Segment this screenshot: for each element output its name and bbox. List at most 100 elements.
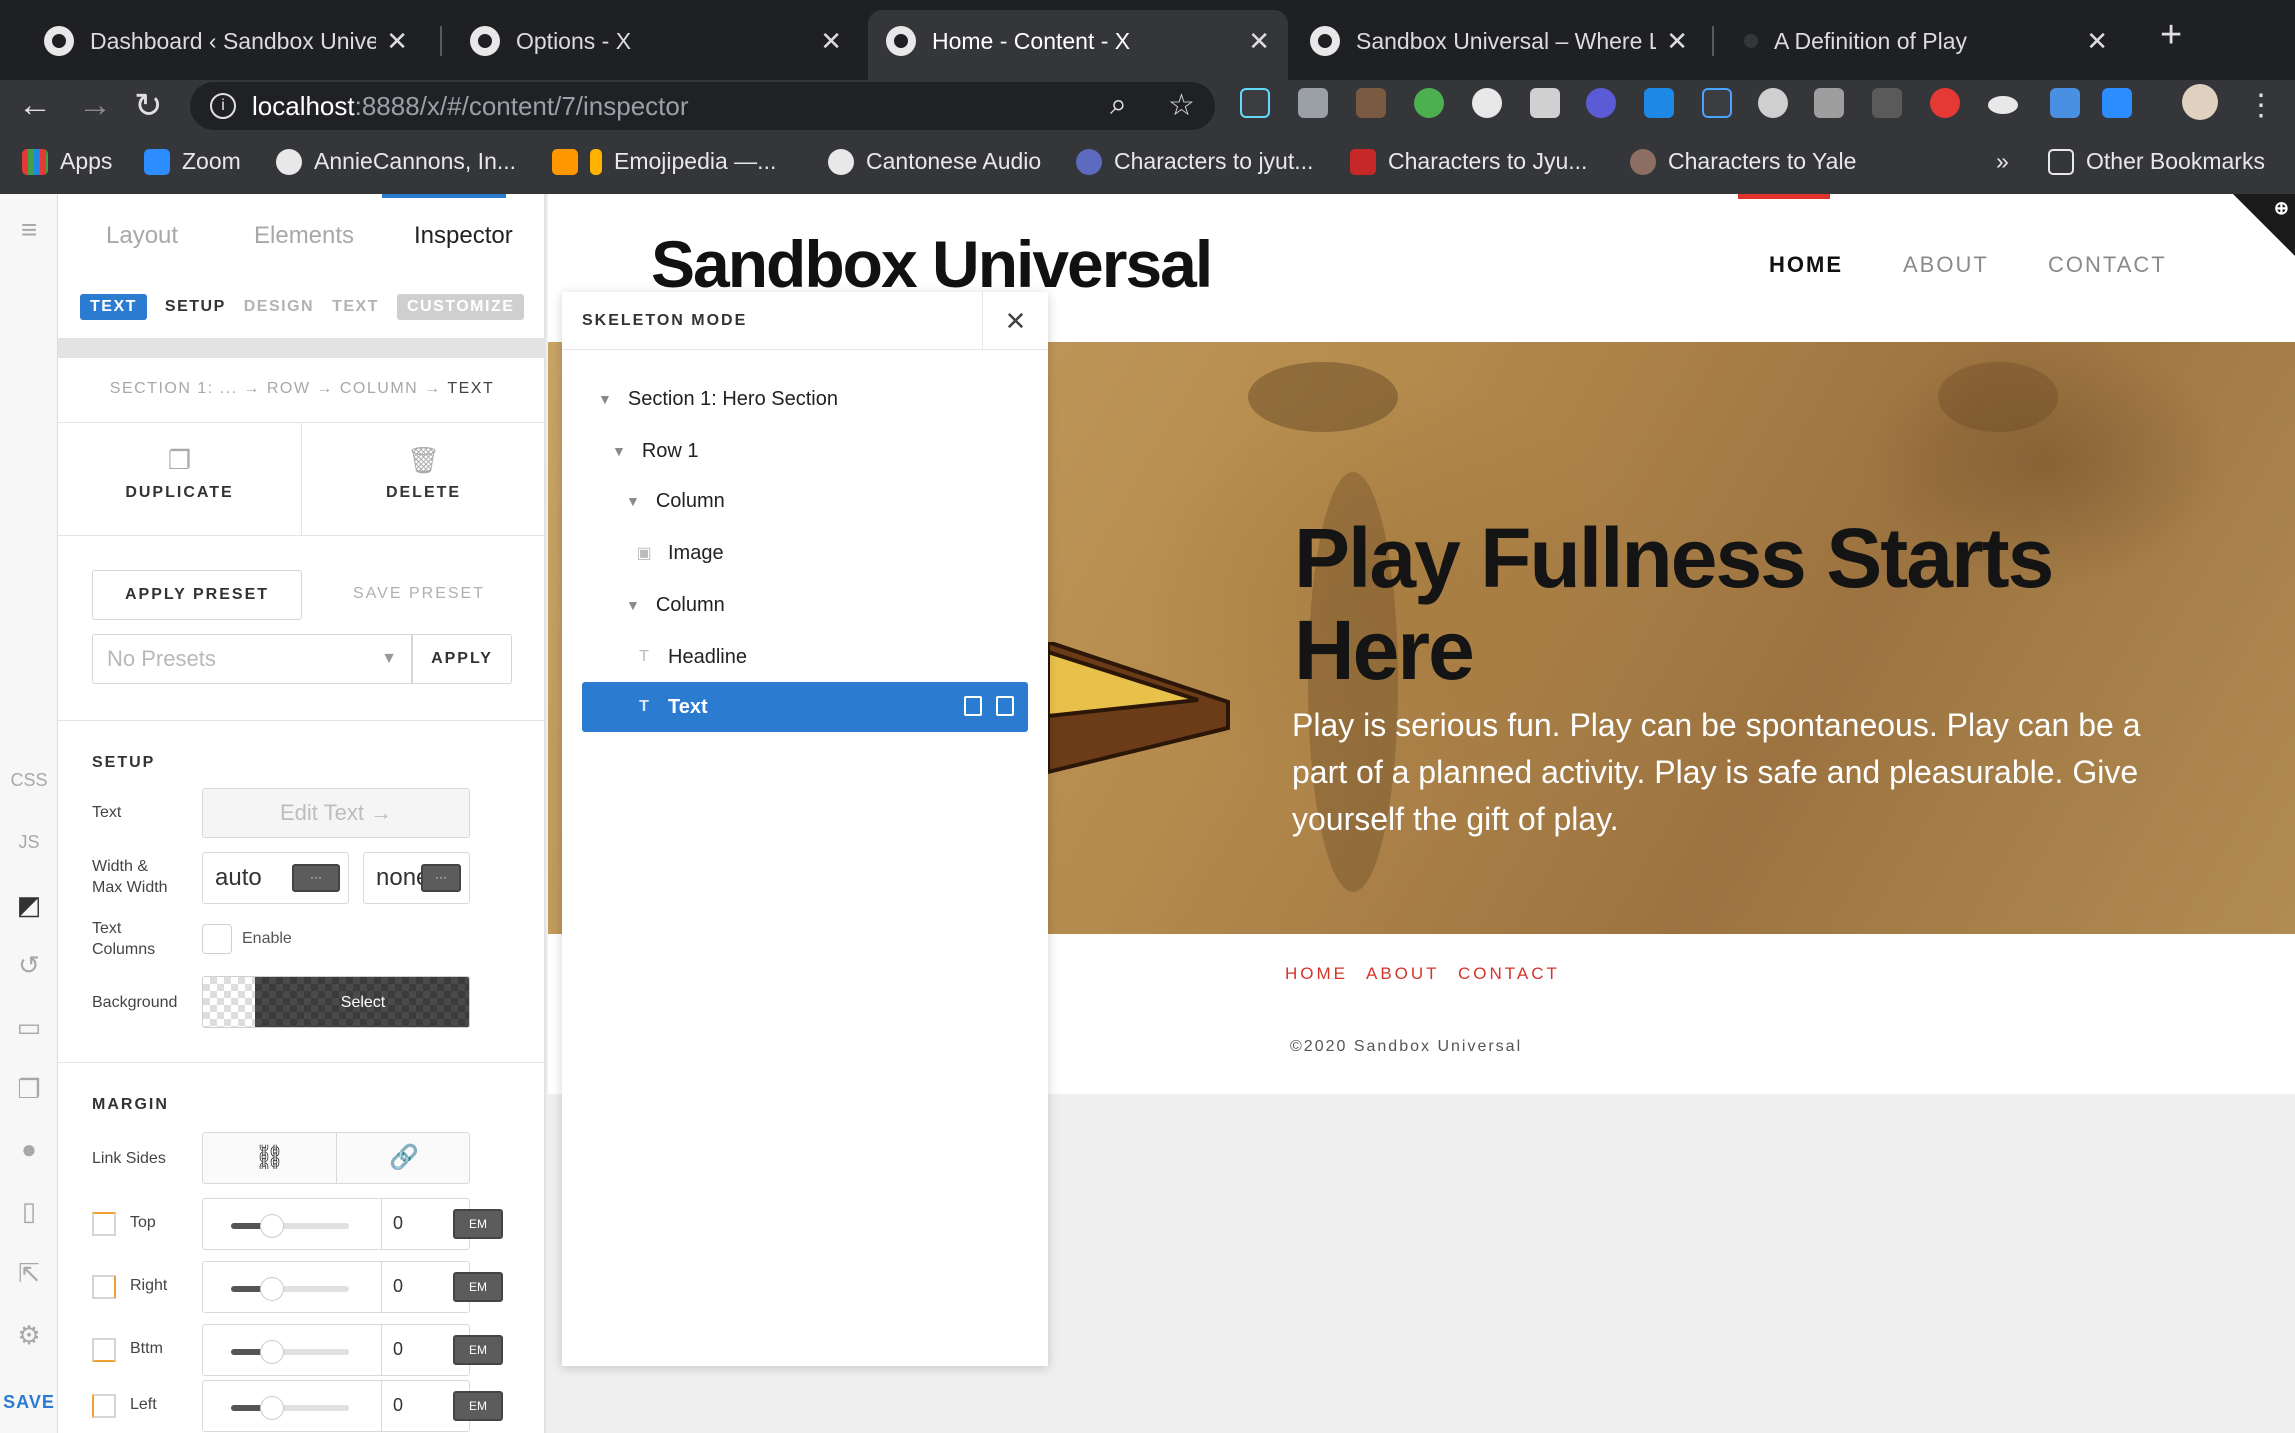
tab-inspector[interactable]: Inspector — [414, 222, 513, 250]
web-extension-icon[interactable] — [1472, 88, 1502, 118]
bookmark-emojipedia[interactable]: Emojipedia —... — [552, 148, 776, 175]
margin-left-slider[interactable] — [231, 1396, 349, 1420]
inspector-icon[interactable]: ◩ — [0, 890, 58, 921]
browser-tab-dashboard[interactable]: Dashboard ‹ Sandbox Univers ✕ — [26, 14, 426, 68]
apply-preset-tab[interactable]: APPLY PRESET — [92, 570, 302, 620]
subtab-text[interactable]: TEXT — [332, 298, 379, 316]
site-info-icon[interactable]: i — [210, 93, 236, 119]
presets-select[interactable]: No Presets ▼ — [92, 634, 412, 684]
color-extension-icon[interactable] — [1414, 88, 1444, 118]
image-extension-icon[interactable] — [1814, 88, 1844, 118]
subtab-customize[interactable]: CUSTOMIZE — [396, 294, 525, 320]
width-input[interactable]: auto ··· — [202, 852, 349, 904]
bookmark-cantonese-audio[interactable]: Cantonese Audio — [828, 148, 1041, 175]
subtab-setup[interactable]: SETUP — [165, 298, 226, 316]
margin-right-value[interactable]: 0 — [393, 1276, 403, 1297]
margin-right-unit[interactable]: EM — [453, 1272, 503, 1302]
link-icon[interactable]: 🔗 — [337, 1133, 471, 1183]
rail-js[interactable]: JS — [0, 832, 58, 853]
browser-tab-home-content[interactable]: Home - Content - X ✕ — [868, 10, 1288, 80]
text-columns-checkbox[interactable] — [202, 924, 232, 954]
new-tab-plus-icon[interactable]: + — [2160, 14, 2182, 57]
site-logo[interactable]: Sandbox Universal — [651, 226, 1213, 302]
browser-tab-sandbox-universal[interactable]: Sandbox Universal – Where Lit ✕ — [1292, 14, 1706, 68]
breadcrumb-row[interactable]: ROW — [267, 380, 311, 397]
slider-handle[interactable] — [260, 1340, 285, 1364]
margin-top-value[interactable]: 0 — [393, 1213, 403, 1234]
layout-icon[interactable]: ▭ — [0, 1012, 58, 1043]
browser-tab-options[interactable]: Options - X ✕ — [452, 14, 860, 68]
external-link-icon[interactable]: ⇱ — [0, 1258, 58, 1289]
lastpass-extension-icon[interactable] — [1930, 88, 1960, 118]
s-extension-icon[interactable] — [1644, 88, 1674, 118]
tree-item-row[interactable]: ▼ Row 1 — [582, 426, 1028, 476]
react-devtools-extension-icon[interactable] — [1240, 88, 1270, 118]
back-arrow-icon[interactable]: ← — [18, 86, 52, 125]
collapse-arrow-icon[interactable]: ▼ — [626, 493, 640, 509]
max-width-options-button[interactable]: ··· — [421, 864, 461, 892]
bookmark-characters-to-yale[interactable]: Characters to Yale — [1630, 148, 1856, 175]
history-icon[interactable]: ↺ — [0, 950, 58, 981]
subtab-design[interactable]: DESIGN — [244, 298, 314, 316]
slider-handle[interactable] — [260, 1396, 285, 1420]
unlink-icon[interactable]: ⛓ — [203, 1133, 337, 1183]
margin-top-slider[interactable] — [231, 1214, 349, 1238]
close-icon[interactable]: ✕ — [386, 26, 408, 57]
rail-css[interactable]: CSS — [0, 770, 58, 791]
delete-button[interactable]: 🗑 DELETE — [302, 423, 545, 537]
browser-menu-icon[interactable]: ⋮ — [2246, 88, 2276, 123]
footer-nav-home[interactable]: HOME — [1285, 964, 1348, 984]
triangle-extension-icon[interactable] — [1702, 88, 1732, 118]
zoom-extension-icon[interactable] — [2102, 88, 2132, 118]
tree-item-headline[interactable]: T Headline — [582, 632, 1028, 682]
slider-handle[interactable] — [260, 1277, 285, 1301]
breadcrumb-column[interactable]: COLUMN — [340, 380, 418, 397]
margin-bottom-unit[interactable]: EM — [453, 1335, 503, 1365]
device-preview-icon[interactable]: ▯ — [0, 1196, 58, 1227]
save-preset-tab[interactable]: SAVE PRESET — [324, 570, 514, 620]
tree-item-text-selected[interactable]: T Text — [582, 682, 1028, 732]
bookmark-characters-to-jyu[interactable]: Characters to Jyu... — [1350, 148, 1587, 175]
width-options-button[interactable]: ··· — [292, 864, 340, 892]
margin-bottom-slider[interactable] — [231, 1340, 349, 1364]
zoom-search-icon[interactable]: ⌕ — [1110, 88, 1127, 122]
toggle-icon[interactable]: ● — [0, 1134, 58, 1165]
plus-icon[interactable]: ⊕ — [2274, 198, 2289, 219]
duplicate-button[interactable]: ❐ DUPLICATE — [58, 423, 301, 537]
p-extension-icon[interactable] — [1586, 88, 1616, 118]
trash-icon[interactable] — [996, 696, 1014, 716]
more-bookmarks-chevron-icon[interactable]: » — [1996, 148, 2009, 175]
browser-tab-definition-of-play[interactable]: A Definition of Play ✕ — [1726, 14, 2126, 68]
hero-headline[interactable]: Play Fullness Starts Here — [1294, 512, 2154, 696]
margin-right-slider[interactable] — [231, 1277, 349, 1301]
vue-devtools-extension-icon[interactable] — [1298, 88, 1328, 118]
hamburger-menu-icon[interactable]: ≡ — [0, 214, 58, 246]
pages-icon[interactable]: ❐ — [0, 1074, 58, 1105]
site-nav-about[interactable]: ABOUT — [1903, 252, 1989, 278]
bookmark-anniecannons[interactable]: AnnieCannons, In... — [276, 148, 516, 175]
tree-item-section[interactable]: ▼ Section 1: Hero Section — [582, 374, 1028, 424]
margin-left-unit[interactable]: EM — [453, 1391, 503, 1421]
close-icon[interactable]: ✕ — [982, 292, 1048, 350]
collapse-arrow-icon[interactable]: ▼ — [612, 443, 626, 459]
footer-nav-contact[interactable]: CONTACT — [1458, 964, 1560, 984]
margin-left-value[interactable]: 0 — [393, 1395, 403, 1416]
site-nav-home[interactable]: HOME — [1769, 252, 1843, 278]
background-select[interactable]: Select — [202, 976, 470, 1028]
profile-avatar[interactable] — [2182, 84, 2218, 120]
bookmark-zoom[interactable]: Zoom — [144, 148, 241, 175]
tree-item-column[interactable]: ▼ Column — [582, 476, 1028, 526]
bookmark-apps[interactable]: Apps — [22, 148, 112, 175]
magnifier-extension-icon[interactable] — [1758, 88, 1788, 118]
breadcrumb-section[interactable]: SECTION 1: ... — [110, 380, 238, 397]
bookmark-characters-to-jyut[interactable]: Characters to jyut... — [1076, 148, 1313, 175]
max-width-input[interactable]: none ··· — [363, 852, 470, 904]
settings-gear-icon[interactable]: ⚙ — [0, 1320, 58, 1351]
edit-text-button[interactable]: Edit Text → — [202, 788, 470, 838]
tree-item-column[interactable]: ▼ Column — [582, 580, 1028, 630]
close-icon[interactable]: ✕ — [1248, 26, 1270, 57]
site-nav-contact[interactable]: CONTACT — [2048, 252, 2167, 278]
margin-top-unit[interactable]: EM — [453, 1209, 503, 1239]
bookmark-star-icon[interactable]: ☆ — [1168, 88, 1195, 123]
eye-extension-icon[interactable] — [1988, 96, 2018, 114]
